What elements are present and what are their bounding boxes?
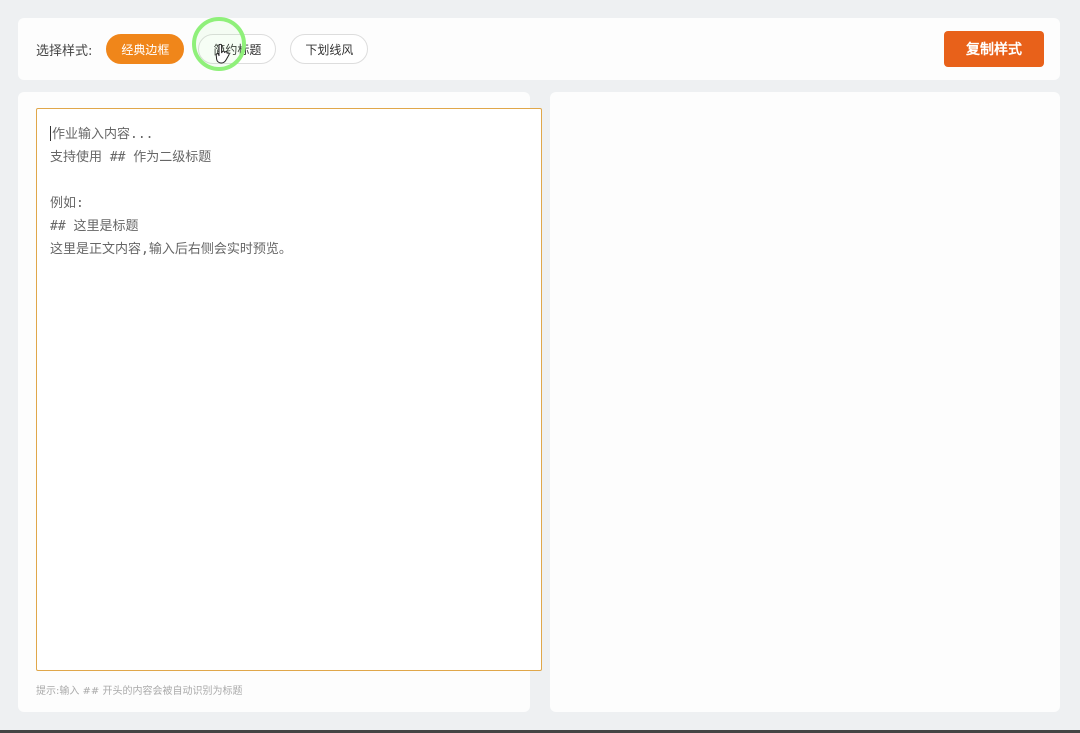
preview-panel (550, 92, 1060, 712)
content-editor-textarea[interactable]: 作业输入内容... 支持使用 ## 作为二级标题 例如: ## 这里是标题这里是正文… (36, 108, 542, 671)
style-option-simple-title[interactable]: 简约标题 (198, 34, 277, 64)
style-option-underline[interactable]: 下划线风 (290, 34, 369, 64)
editor-line: ## 这里是标题 (50, 219, 139, 234)
editor-hint: 提示:输入 ## 开头的内容会被自动识别为标题 (36, 686, 243, 697)
page: 选择样式: 经典边框 简约标题 下划线风 复制样式 作业输入内容... 支持使用 … (0, 0, 1080, 733)
editor-panel: 作业输入内容... 支持使用 ## 作为二级标题 例如: ## 这里是标题这里是正文… (18, 92, 542, 712)
text-caret (50, 126, 51, 141)
editor-line: 支持使用 ## 作为二级标题 (50, 150, 212, 165)
editor-line: 作业输入内容... (50, 126, 154, 142)
style-selector-label: 选择样式: (36, 43, 93, 59)
style-option-classic-border[interactable]: 经典边框 (106, 34, 185, 64)
copy-style-button[interactable]: 复制样式 (944, 31, 1044, 67)
editor-line: 这里是正文内容,输入后右侧会实时预览。 (50, 242, 292, 257)
toolbar: 选择样式: 经典边框 简约标题 下划线风 复制样式 (18, 18, 1060, 80)
editor-line: 例如: (50, 196, 84, 211)
